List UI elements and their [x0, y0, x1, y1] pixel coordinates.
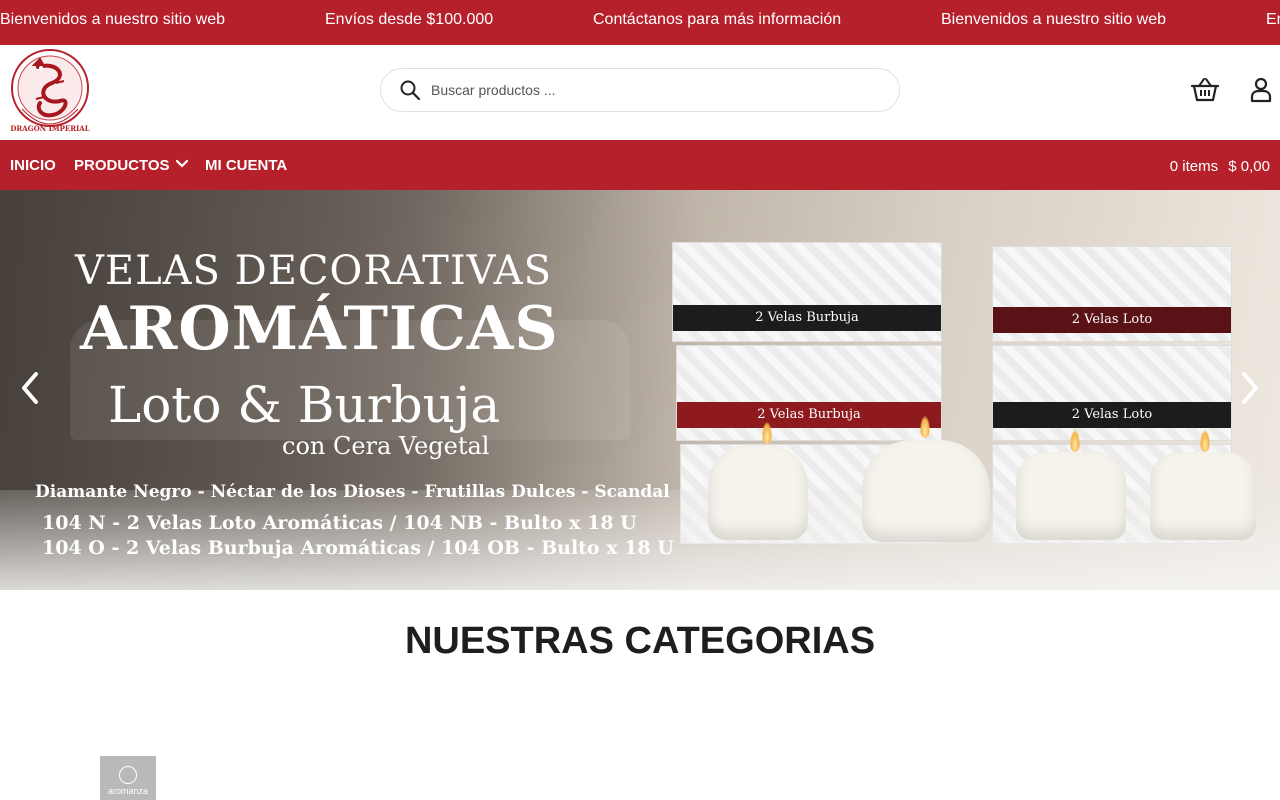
nav-item-inicio[interactable]: INICIO	[10, 157, 56, 174]
candle-flame	[1200, 430, 1210, 452]
announcement-message: Bienvenidos a nuestro sitio web	[0, 11, 226, 28]
announcement-bar: Bienvenidos a nuestro sitio web Envíos d…	[0, 0, 1280, 45]
site-header: DRAGON IMPERIAL	[0, 45, 1280, 140]
hero-aromas: Diamante Negro - Néctar de los Dioses - …	[35, 482, 670, 502]
box-label: 2 Velas Burbuja	[677, 402, 941, 428]
hero-title-line2: AROMÁTICAS	[80, 294, 559, 364]
announcement-message: Bienvenidos a nuestro sitio web	[941, 11, 1167, 28]
cart-total: $ 0,00	[1228, 158, 1270, 175]
product-box: 2 Velas Burbuja	[672, 242, 942, 342]
slider-next-arrow-icon[interactable]	[1238, 370, 1262, 406]
main-nav: INICIO PRODUCTOS MI CUENTA 0 items $ 0,0…	[0, 140, 1280, 190]
lotus-candle	[1016, 452, 1126, 540]
bubble-candle	[862, 440, 990, 542]
search-icon[interactable]	[399, 79, 421, 101]
dragon-imperial-logo[interactable]: DRAGON IMPERIAL	[8, 47, 92, 135]
hero-banner[interactable]: 2 Velas Burbuja 2 Velas Loto 2 Velas Bur…	[0, 190, 1280, 590]
candle-flame	[920, 416, 930, 438]
candle-flame	[1070, 430, 1080, 452]
box-label: 2 Velas Burbuja	[673, 305, 941, 331]
brand-emblem-icon	[119, 766, 137, 784]
product-box: 2 Velas Loto	[992, 246, 1232, 342]
hero-subtitle: con Cera Vegetal	[282, 432, 490, 460]
product-box: 2 Velas Burbuja	[676, 345, 942, 441]
box-label: 2 Velas Loto	[993, 402, 1231, 428]
category-thumbnail[interactable]: aromanza	[100, 756, 156, 800]
logo-text: DRAGON IMPERIAL	[10, 124, 89, 133]
user-icon[interactable]	[1250, 77, 1272, 103]
announcement-message: Envíos desde $100.000	[325, 11, 494, 28]
basket-icon[interactable]	[1190, 77, 1220, 103]
bubble-candle	[708, 445, 808, 540]
hero-product-code-2: 104 O - 2 Velas Burbuja Aromáticas / 104…	[42, 537, 674, 559]
cart-summary[interactable]: 0 items $ 0,00	[1164, 158, 1270, 175]
search-input[interactable]	[431, 79, 871, 101]
candle-flame	[762, 422, 772, 444]
nav-item-mi-cuenta[interactable]: MI CUENTA	[205, 157, 287, 174]
hero-title-line3: Loto & Burbuja	[108, 376, 501, 434]
announcement-message: Contáctanos para más información	[593, 11, 842, 28]
cart-item-count: 0 items	[1169, 158, 1219, 175]
lotus-candle	[1150, 452, 1256, 540]
category-thumbnail-label: aromanza	[107, 786, 149, 796]
hero-product-code-1: 104 N - 2 Velas Loto Aromáticas / 104 NB…	[42, 512, 637, 534]
product-box: 2 Velas Loto	[992, 345, 1232, 441]
search-bar[interactable]	[380, 68, 900, 112]
nav-item-productos[interactable]: PRODUCTOS	[74, 157, 170, 174]
categories-heading: NUESTRAS CATEGORIAS	[404, 620, 876, 662]
announcement-message: Envíos desde $100.000	[1266, 11, 1280, 28]
chevron-down-icon[interactable]	[176, 159, 188, 169]
slider-prev-arrow-icon[interactable]	[18, 370, 42, 406]
box-label: 2 Velas Loto	[993, 307, 1231, 333]
hero-title-line1: VELAS DECORATIVAS	[75, 248, 553, 294]
